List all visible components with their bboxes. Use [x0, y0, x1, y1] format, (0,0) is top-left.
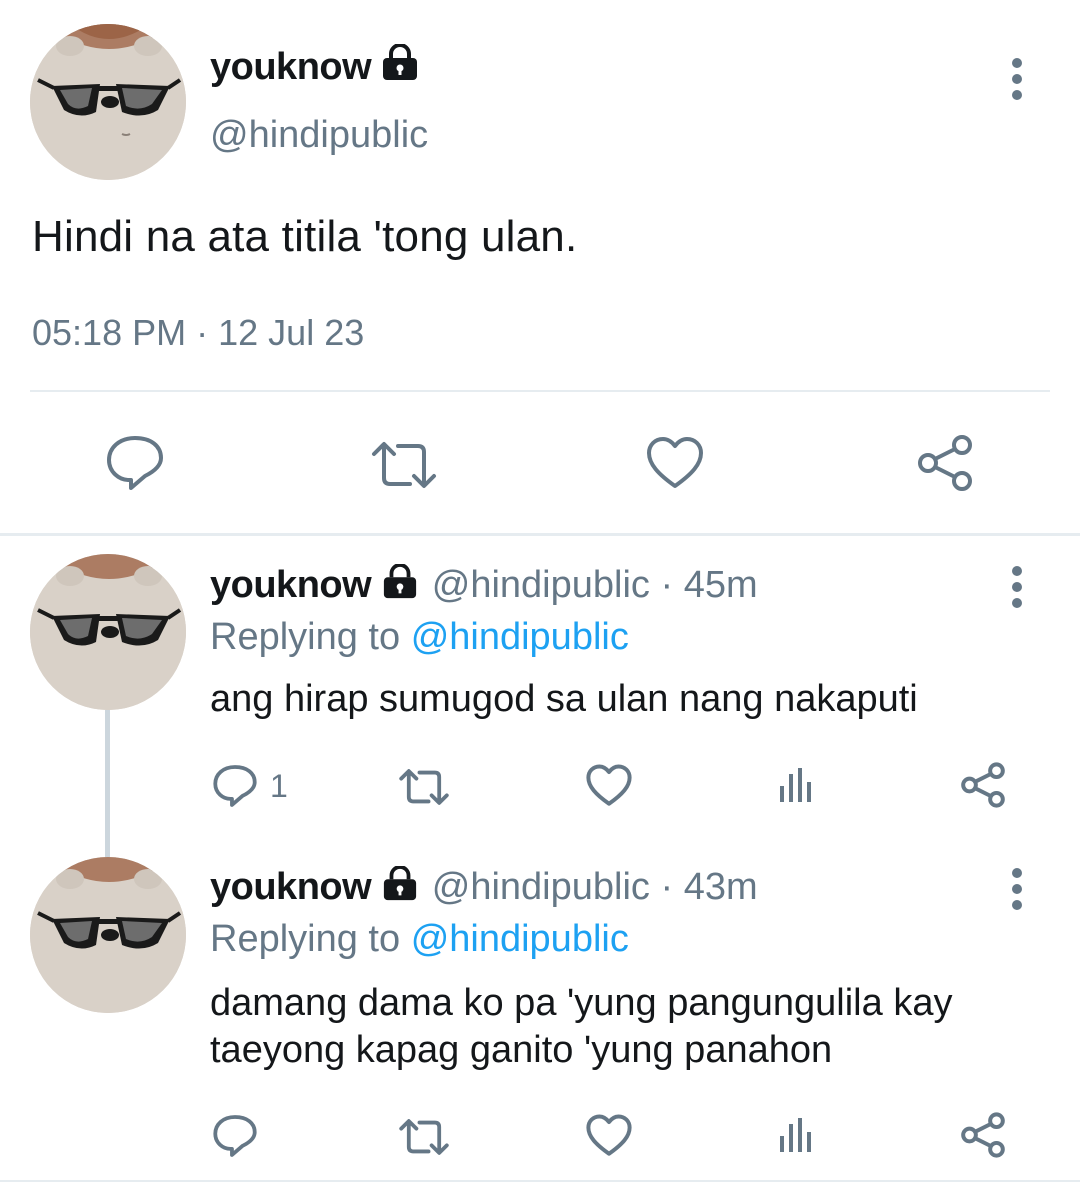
- replying-label: Replying to: [210, 616, 401, 658]
- author-name-row[interactable]: youknow: [210, 43, 421, 92]
- reply-age: 43m: [683, 866, 758, 908]
- reply-text-line: taeyong kapag ganito 'yung panahon: [210, 1029, 833, 1071]
- retweet-icon[interactable]: [370, 440, 438, 490]
- share-icon[interactable]: [960, 762, 1006, 808]
- reply-text: damang dama ko pa 'yung pangungulila kay…: [210, 980, 952, 1074]
- divider: [0, 533, 1080, 536]
- display-name[interactable]: youknow: [210, 866, 372, 908]
- handle[interactable]: @hindipublic: [210, 114, 428, 157]
- analytics-icon[interactable]: [776, 764, 816, 804]
- bear-sunglasses-avatar-icon: [30, 857, 186, 1013]
- divider: [30, 390, 1050, 392]
- share-icon[interactable]: [960, 1112, 1006, 1158]
- meta-separator: ·: [660, 564, 674, 606]
- display-name[interactable]: youknow: [210, 564, 372, 606]
- like-icon[interactable]: [586, 764, 632, 807]
- more-options-icon[interactable]: [1011, 868, 1023, 910]
- reply-age: 45m: [683, 564, 758, 606]
- handle[interactable]: @hindipublic: [432, 564, 650, 606]
- retweet-icon[interactable]: [398, 768, 450, 806]
- divider: [0, 1180, 1080, 1182]
- mention-link[interactable]: @hindipublic: [411, 616, 629, 658]
- lock-icon: [379, 43, 421, 92]
- like-icon[interactable]: [646, 436, 704, 490]
- replying-to: Replying to @hindipublic: [210, 918, 629, 961]
- tweet-time: 05:18 PM: [32, 312, 187, 353]
- more-options-icon[interactable]: [1011, 566, 1023, 608]
- reply-text-line: damang dama ko pa 'yung pangungulila kay: [210, 982, 953, 1024]
- tweet-date: 12 Jul 23: [218, 312, 365, 353]
- like-icon[interactable]: [586, 1114, 632, 1157]
- display-name[interactable]: youknow: [210, 46, 372, 88]
- analytics-icon[interactable]: [776, 1114, 816, 1154]
- tweet-text: Hindi na ata titila 'tong ulan.: [32, 212, 578, 261]
- lock-icon: [379, 865, 421, 912]
- retweet-icon[interactable]: [398, 1118, 450, 1156]
- reply-count: 1: [270, 768, 288, 804]
- lock-icon: [379, 563, 421, 610]
- avatar[interactable]: [30, 554, 186, 710]
- reply-icon[interactable]: [212, 1114, 258, 1158]
- bear-sunglasses-avatar-icon: [30, 24, 186, 180]
- replying-label: Replying to: [210, 918, 401, 960]
- avatar[interactable]: [30, 24, 186, 180]
- reply-header: youknow @hindipublic · 43m: [210, 865, 758, 912]
- reply-icon[interactable]: [212, 764, 258, 808]
- tweet-timestamp: 05:18 PM · 12 Jul 23: [32, 312, 364, 354]
- meta-separator: ·: [196, 312, 209, 353]
- bear-sunglasses-avatar-icon: [30, 554, 186, 710]
- avatar[interactable]: [30, 857, 186, 1013]
- reply-icon[interactable]: [105, 434, 165, 492]
- share-icon[interactable]: [916, 434, 974, 492]
- thread-connector: [105, 710, 110, 860]
- replying-to: Replying to @hindipublic: [210, 616, 629, 659]
- meta-separator: ·: [660, 866, 674, 908]
- reply-text: ang hirap sumugod sa ulan nang nakaputi: [210, 678, 918, 720]
- more-options-icon[interactable]: [1011, 58, 1023, 100]
- handle[interactable]: @hindipublic: [432, 866, 650, 908]
- mention-link[interactable]: @hindipublic: [411, 918, 629, 960]
- reply-header: youknow @hindipublic · 45m: [210, 563, 758, 610]
